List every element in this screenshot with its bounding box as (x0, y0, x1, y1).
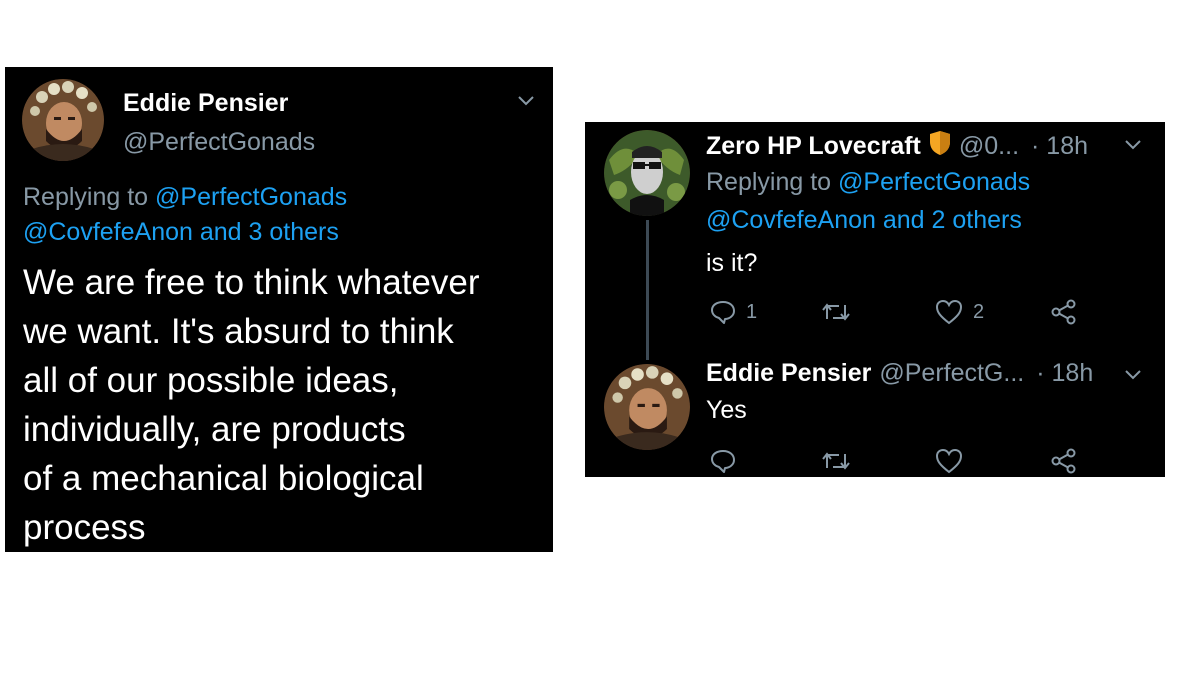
like-button[interactable]: 2 (935, 299, 984, 325)
chevron-down-icon[interactable] (517, 95, 535, 107)
reply-icon (711, 301, 735, 324)
avatar-image (22, 79, 104, 161)
reply-count: 1 (746, 300, 758, 323)
tweet-body-line: individually, are products (23, 410, 406, 449)
tweet-body-line: we want. It's absurd to think (23, 312, 454, 351)
share-button[interactable] (1050, 448, 1078, 474)
author-name[interactable]: Zero HP Lovecraft (706, 132, 921, 161)
timestamp[interactable]: · 18h (1031, 132, 1088, 161)
tweet-header: Eddie Pensier @PerfectG... · 18h (706, 359, 1093, 388)
tweet-body-line: all of our possible ideas, (23, 361, 399, 400)
replying-to-line: Replying to @PerfectGonads (706, 168, 1030, 197)
chevron-down-icon[interactable] (1124, 369, 1142, 381)
reply-button[interactable] (710, 448, 736, 474)
retweet-button[interactable] (821, 300, 851, 324)
like-button[interactable] (935, 448, 963, 474)
thread-connector-line (646, 220, 649, 360)
reply-button[interactable]: 1 (710, 299, 757, 325)
like-count: 2 (973, 300, 985, 323)
replying-to-others-link[interactable]: @CovfefeAnon and 2 others (706, 206, 1022, 235)
share-button[interactable] (1050, 299, 1078, 325)
tweet-body-line: process (23, 508, 146, 547)
author-handle[interactable]: @PerfectGonads (123, 128, 315, 157)
avatar[interactable] (604, 130, 690, 216)
retweet-icon (822, 452, 850, 470)
retweet-icon (822, 303, 850, 321)
author-handle[interactable]: @PerfectG... (879, 359, 1024, 388)
chevron-down-icon[interactable] (1124, 139, 1142, 151)
avatar[interactable] (22, 79, 104, 161)
tweet-body: is it? (706, 249, 758, 277)
avatar-image (604, 364, 690, 450)
avatar[interactable] (604, 364, 690, 450)
tweet-body-line: of a mechanical biological (23, 459, 424, 498)
replying-to-label: Replying to (23, 183, 149, 211)
heart-icon (935, 448, 963, 474)
right-thread-panel: Zero HP Lovecraft @0... · 18h Replying t… (585, 122, 1165, 477)
replying-to-user-link[interactable]: @PerfectGonads (155, 183, 347, 211)
replying-to-user-link[interactable]: @PerfectGonads (838, 168, 1030, 196)
replying-to-others-link[interactable]: @CovfefeAnon and 3 others (23, 218, 339, 247)
share-icon (1051, 448, 1076, 474)
replying-to-label: Replying to (706, 168, 832, 196)
author-name[interactable]: Eddie Pensier (123, 89, 288, 118)
reply-icon (711, 450, 735, 473)
author-handle[interactable]: @0... (959, 132, 1019, 161)
tweet-body-line: We are free to think whatever (23, 263, 480, 302)
heart-icon (935, 299, 963, 325)
share-icon (1051, 299, 1076, 325)
avatar-image (604, 130, 690, 216)
left-tweet-panel: Eddie Pensier @PerfectGonads Replying to… (5, 67, 553, 552)
tweet-body: Yes (706, 396, 747, 424)
author-name[interactable]: Eddie Pensier (706, 359, 871, 388)
retweet-button[interactable] (821, 449, 851, 473)
timestamp[interactable]: · 18h (1036, 359, 1093, 388)
replying-to-line: Replying to @PerfectGonads (23, 183, 347, 212)
tweet-header: Zero HP Lovecraft @0... · 18h (706, 130, 1088, 163)
shield-badge-icon (929, 130, 951, 163)
